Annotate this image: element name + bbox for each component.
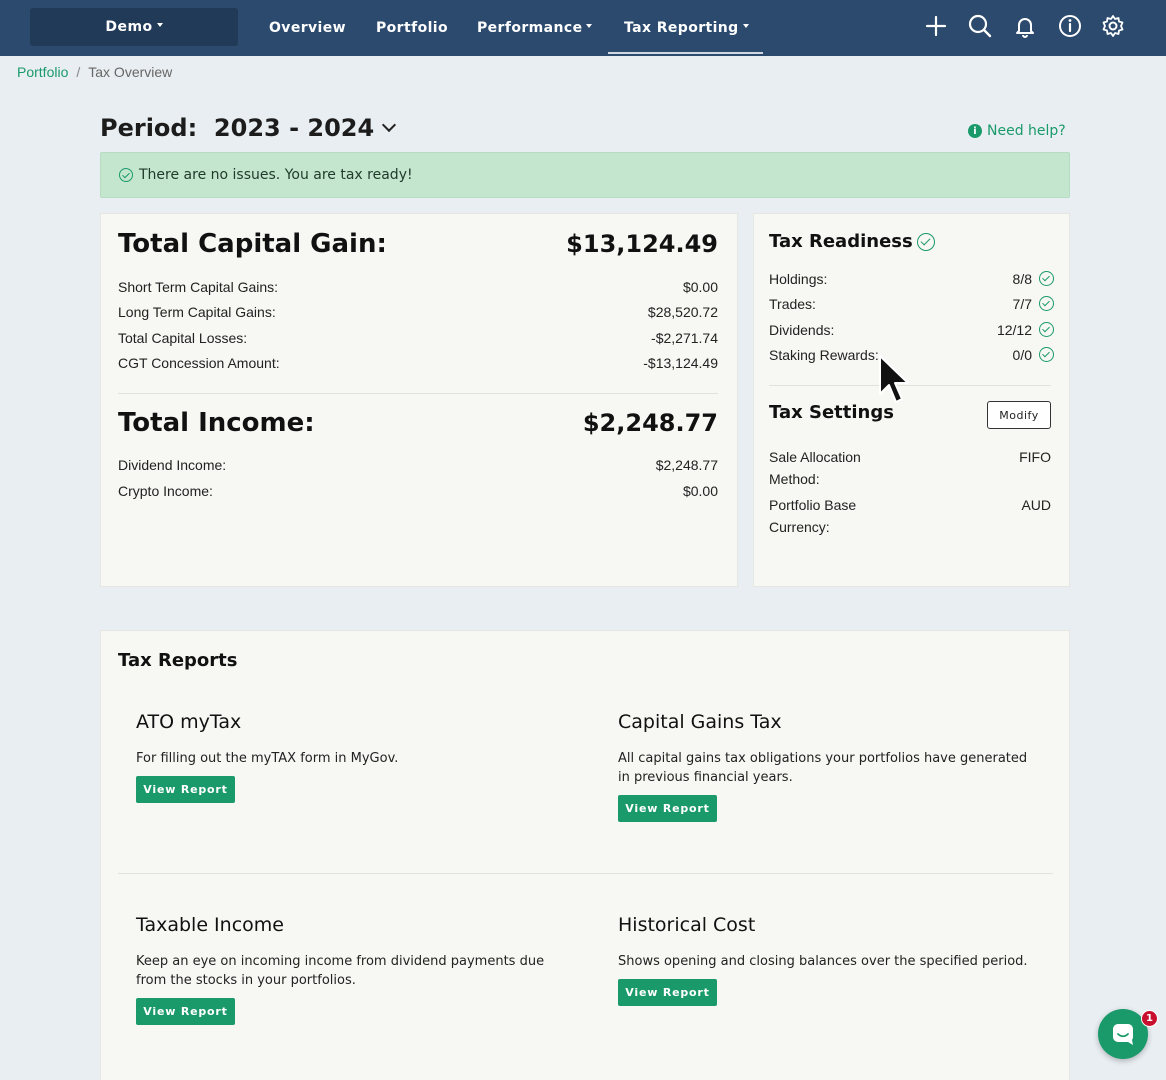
notification-badge: 1 (1141, 1010, 1158, 1027)
tax-reports-card (100, 630, 1070, 1080)
period-label: Period: (100, 114, 198, 142)
view-report-button[interactable]: View Report (618, 979, 717, 1006)
capital-row-value: -$13,124.49 (643, 355, 718, 371)
nav-portfolio-label: Portfolio (376, 20, 449, 36)
check-circle-icon (119, 168, 133, 182)
capital-row-value: $28,520.72 (647, 304, 718, 320)
info-icon[interactable] (1056, 12, 1084, 40)
settings-label-line: Sale Allocation (769, 449, 861, 465)
capital-row-value: -$2,271.74 (651, 330, 718, 346)
period-selector[interactable]: Period: 2023 - 2024 (100, 114, 397, 142)
readiness-row-label: Staking Rewards: (769, 347, 879, 363)
breadcrumb-separator: / (76, 64, 81, 80)
settings-row-label: Sale Allocation Method: (769, 446, 861, 490)
nav-overview-label: Overview (269, 20, 346, 36)
caret-down-icon (156, 23, 163, 27)
readiness-row-value: 12/12 (996, 322, 1032, 338)
report-title: Historical Cost (618, 914, 756, 936)
income-row-value: $2,248.77 (655, 457, 718, 473)
capital-row-label: CGT Concession Amount: (118, 355, 280, 371)
mouse-pointer-icon (879, 355, 909, 403)
settings-label-line: Method: (769, 471, 820, 487)
settings-row-label: Portfolio Base Currency: (769, 494, 856, 538)
total-income-value: $2,248.77 (582, 409, 718, 437)
tax-readiness-title: Tax Readiness (769, 231, 913, 252)
gear-icon[interactable] (1099, 12, 1127, 40)
help-label: Need help? (987, 123, 1066, 139)
tax-readiness-heading: Tax Readiness (769, 231, 935, 252)
settings-row-value: FIFO (1019, 449, 1051, 465)
bell-icon[interactable] (1011, 12, 1039, 40)
report-desc: For filling out the myTAX form in MyGov. (136, 751, 399, 766)
total-capital-gain-value: $13,124.49 (566, 230, 718, 258)
nav-overview[interactable]: Overview (269, 0, 346, 56)
tax-ready-alert: There are no issues. You are tax ready! (100, 152, 1070, 198)
check-circle-icon (916, 233, 935, 251)
check-circle-icon (1039, 322, 1054, 337)
nav-performance-label: Performance (477, 20, 583, 36)
report-desc-line: Keep an eye on incoming income from divi… (136, 954, 545, 969)
report-title: Taxable Income (136, 914, 284, 936)
readiness-row-label: Trades: (769, 296, 816, 312)
check-circle-icon (1039, 296, 1054, 311)
report-desc: All capital gains tax obligations your p… (618, 749, 1058, 787)
divider (118, 393, 718, 394)
settings-label-line: Portfolio Base (769, 497, 857, 513)
period-value: 2023 - 2024 (213, 114, 375, 142)
report-desc-line: in previous financial years. (618, 770, 793, 785)
nav-performance[interactable]: Performance (477, 0, 593, 56)
income-row-value: $0.00 (682, 483, 718, 499)
capital-row-value: $0.00 (682, 279, 718, 295)
report-desc-line: from the stocks in your portfolios. (136, 973, 356, 988)
portfolio-selector[interactable]: Demo (30, 8, 238, 46)
nav-tax-reporting[interactable]: Tax Reporting (624, 0, 749, 56)
caret-down-icon (586, 24, 593, 28)
info-icon: i (968, 124, 982, 138)
settings-label-line: Currency: (769, 519, 830, 535)
view-report-button[interactable]: View Report (136, 776, 235, 803)
tax-settings-title: Tax Settings (769, 402, 894, 423)
capital-row-label: Short Term Capital Gains: (118, 279, 279, 295)
chevron-down-icon (382, 117, 397, 133)
income-row-label: Crypto Income: (118, 483, 213, 499)
divider (118, 873, 1053, 874)
capital-row-label: Total Capital Losses: (118, 330, 248, 346)
report-title: ATO myTax (136, 711, 242, 733)
nav-portfolio[interactable]: Portfolio (376, 0, 448, 56)
nav-tax-reporting-label: Tax Reporting (624, 20, 739, 36)
top-nav: Demo Overview Portfolio Performance Tax … (0, 0, 1166, 56)
total-income-label: Total Income: (118, 408, 315, 438)
check-circle-icon (1039, 347, 1054, 362)
readiness-row-label: Holdings: (769, 271, 828, 287)
readiness-row-value: 0/0 (1012, 347, 1032, 363)
report-desc: Keep an eye on incoming income from divi… (136, 952, 576, 990)
check-circle-icon (1039, 271, 1054, 286)
income-row-label: Dividend Income: (118, 457, 227, 473)
capital-row-label: Long Term Capital Gains: (118, 304, 276, 320)
settings-row-value: AUD (1021, 497, 1051, 513)
report-title: Capital Gains Tax (618, 711, 782, 733)
summary-card (100, 213, 738, 587)
chat-icon (1113, 1024, 1133, 1045)
breadcrumb-current: Tax Overview (88, 64, 173, 80)
alert-text: There are no issues. You are tax ready! (139, 167, 413, 183)
total-capital-gain-label: Total Capital Gain: (118, 229, 387, 259)
plus-icon[interactable] (922, 12, 950, 40)
view-report-button[interactable]: View Report (618, 795, 717, 822)
readiness-row-value: 7/7 (1012, 296, 1032, 312)
tax-reports-title: Tax Reports (118, 650, 238, 671)
help-link[interactable]: i Need help? (968, 123, 1066, 139)
search-icon[interactable] (966, 12, 994, 40)
breadcrumb: Portfolio / Tax Overview (17, 64, 172, 80)
report-desc-line: All capital gains tax obligations your p… (618, 751, 1028, 766)
breadcrumb-portfolio-link[interactable]: Portfolio (17, 64, 68, 80)
readiness-row-label: Dividends: (769, 322, 835, 338)
caret-down-icon (742, 24, 749, 28)
modify-button[interactable]: Modify (987, 401, 1051, 429)
report-desc: Shows opening and closing balances over … (618, 954, 1028, 969)
view-report-button[interactable]: View Report (136, 998, 235, 1025)
active-tab-indicator (608, 52, 763, 54)
readiness-row-value: 8/8 (1012, 271, 1032, 287)
portfolio-selector-label: Demo (105, 19, 153, 35)
